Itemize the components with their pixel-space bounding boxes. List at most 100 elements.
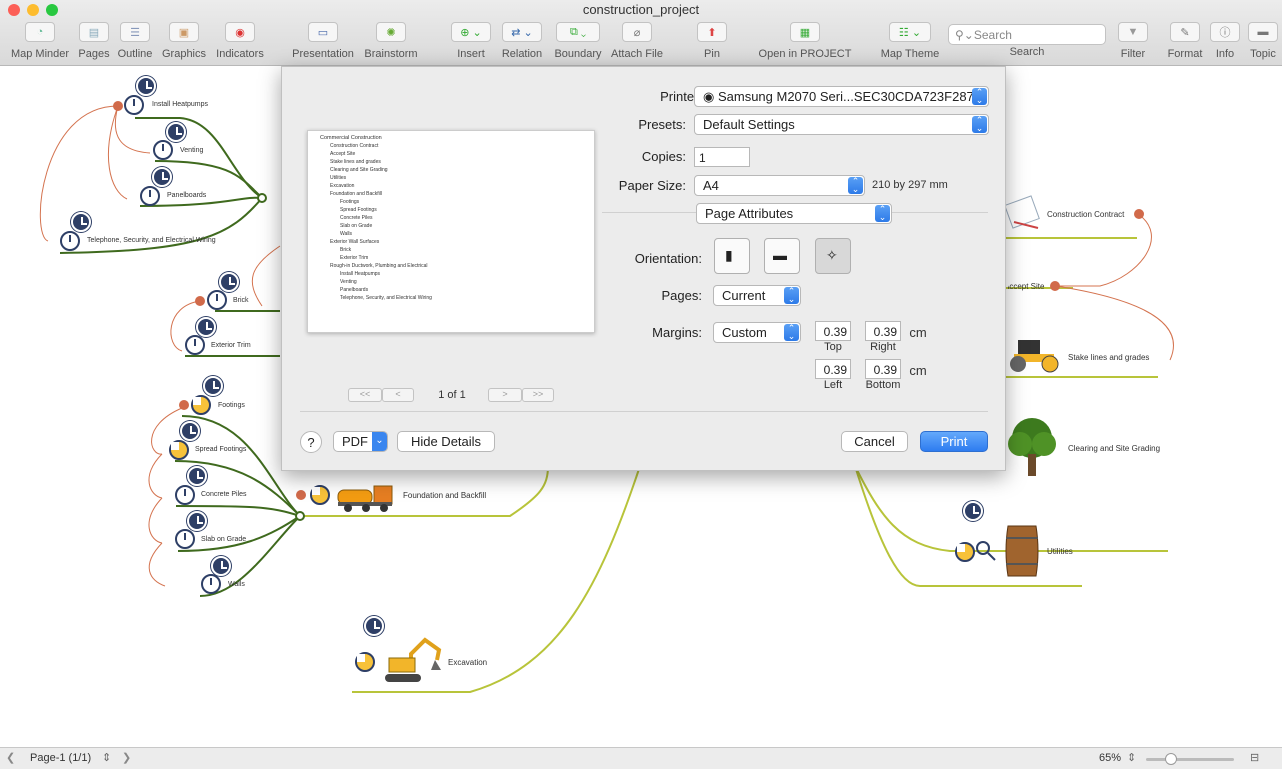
node-walls[interactable]: Walls [228, 581, 245, 588]
zoom-level[interactable]: 65% [1099, 752, 1121, 764]
pages-button[interactable]: ▤ Pages [75, 22, 113, 60]
copies-label: Copies: [641, 149, 686, 164]
page-selector[interactable]: Page-1 (1/1) [30, 752, 91, 764]
node-slab-on-grade[interactable]: Slab on Grade [201, 536, 246, 543]
attach-file-button[interactable]: ⌀ Attach File [608, 22, 666, 60]
magnifier-icon [976, 541, 996, 561]
filter-button[interactable]: ▼ Filter [1115, 22, 1151, 60]
pages-select[interactable]: Current ⌃ ⌄ [713, 285, 801, 306]
clock-outline-icon [207, 290, 227, 310]
node-spread-footings[interactable]: Spread Footings [195, 446, 246, 453]
node-brick[interactable]: Brick [233, 297, 249, 304]
section-select[interactable]: Page Attributes ⌃ ⌄ [696, 203, 892, 224]
copies-field[interactable]: 1 [694, 147, 750, 167]
node-foundation-and-backfill[interactable]: Foundation and Backfill [403, 491, 486, 500]
boundary-button[interactable]: ⧉ ⌄ Boundary [553, 22, 603, 60]
select-arrows-icon: ⌃ ⌄ [875, 205, 890, 222]
node-concrete-piles[interactable]: Concrete Piles [201, 491, 247, 498]
presentation-button[interactable]: ▭ Presentation [289, 22, 357, 60]
relation-dot[interactable] [179, 400, 189, 410]
first-page-button[interactable]: << [348, 388, 382, 402]
relation-dot[interactable] [195, 296, 205, 306]
fit-orientation-button[interactable]: ✧ [815, 238, 851, 274]
progress-half-icon [355, 652, 375, 672]
margin-bottom-field[interactable]: 0.39 [865, 359, 901, 379]
relation-icon: ⇄ ⌄ [502, 22, 542, 42]
node-accept-site[interactable]: Accept Site [1008, 282, 1044, 291]
select-arrows-icon: ⌃ ⌄ [972, 88, 987, 105]
relation-button[interactable]: ⇄ ⌄ Relation [500, 22, 544, 60]
clock-icon [364, 616, 384, 636]
title-bar: construction_project ◔ Map Minder ▤ Pages … [0, 0, 1282, 66]
zoom-stepper-icon[interactable]: ⇕ [1127, 751, 1136, 764]
outline-icon: ☰ [120, 22, 150, 42]
map-theme-icon: ☷ ⌄ [889, 22, 931, 42]
previous-page-button[interactable]: < [382, 388, 414, 402]
brainstorm-button[interactable]: ✺ Brainstorm [362, 22, 420, 60]
scroll-left-icon[interactable]: ❮ [6, 751, 15, 764]
margin-top-field[interactable]: 0.39 [815, 321, 851, 341]
topic-button[interactable]: ▬ Topic [1245, 22, 1281, 60]
margin-right-field[interactable]: 0.39 [865, 321, 901, 341]
open-in-project-icon: ▦ [790, 22, 820, 42]
indicators-icon: ◉ [225, 22, 255, 42]
node-utilities[interactable]: Utilities [1047, 547, 1073, 556]
page-indicator: 1 of 1 [438, 389, 466, 401]
orientation-label: Orientation: [634, 251, 702, 266]
page-stepper-icon[interactable]: ⇕ [102, 751, 111, 764]
zoom-slider[interactable] [1146, 758, 1234, 761]
relation-dot[interactable] [1050, 281, 1060, 291]
fit-to-window-icon[interactable]: ⊟ [1250, 751, 1259, 764]
zoom-slider-thumb[interactable] [1165, 753, 1177, 765]
node-telephone-security-wiring[interactable]: Telephone, Security, and Electrical Wiri… [87, 237, 216, 244]
node-venting[interactable]: Venting [180, 147, 203, 154]
margins-label: Margins: [652, 325, 702, 340]
progress-half-icon [169, 440, 189, 460]
printer-select[interactable]: ◉ Samsung M2070 Seri...SEC30CDA723F287) ⌃… [694, 86, 989, 107]
landscape-orientation-button[interactable]: ▬ [764, 238, 800, 274]
cancel-button[interactable]: Cancel [841, 431, 908, 452]
last-page-button[interactable]: >> [522, 388, 554, 402]
node-excavation[interactable]: Excavation [448, 658, 487, 667]
scroll-right-icon[interactable]: ❯ [122, 751, 131, 764]
margin-top-label: Top [824, 341, 842, 353]
node-construction-contract[interactable]: Construction Contract [1047, 210, 1124, 219]
format-button[interactable]: ✎ Format [1165, 22, 1205, 60]
node-install-heatpumps[interactable]: Install Heatpumps [152, 101, 208, 108]
node-panelboards[interactable]: Panelboards [167, 192, 206, 199]
landscape-icon: ▬ [773, 247, 787, 263]
outline-button[interactable]: ☰ Outline [115, 22, 155, 60]
help-button[interactable]: ? [300, 431, 322, 453]
clock-icon [219, 272, 239, 292]
node-footings[interactable]: Footings [218, 402, 245, 409]
clock-outline-icon [201, 574, 221, 594]
node-clearing-and-site-grading[interactable]: Clearing and Site Grading [1068, 444, 1160, 453]
portrait-orientation-button[interactable]: ▮ [714, 238, 750, 274]
margin-bottom-label: Bottom [865, 379, 901, 391]
node-stake-lines-and-grades[interactable]: Stake lines and grades [1068, 353, 1149, 362]
graphics-button[interactable]: ▣ Graphics [160, 22, 208, 60]
pdf-menu-button[interactable]: PDF ⌄ [333, 431, 388, 452]
presets-select[interactable]: Default Settings ⌃ ⌄ [694, 114, 989, 135]
map-minder-button[interactable]: ◔ Map Minder [8, 22, 72, 60]
indicators-button[interactable]: ◉ Indicators [213, 22, 267, 60]
relation-dot[interactable] [296, 490, 306, 500]
open-in-project-button[interactable]: ▦ Open in PROJECT [757, 22, 853, 60]
info-button[interactable]: ⓘ Info [1208, 22, 1242, 60]
pages-label: Pages: [661, 288, 702, 303]
insert-button[interactable]: ⊕ ⌄ Insert [450, 22, 492, 60]
pin-button[interactable]: ⬆ Pin [695, 22, 729, 60]
margin-left-field[interactable]: 0.39 [815, 359, 851, 379]
next-page-button[interactable]: > [488, 388, 522, 402]
margins-select[interactable]: Custom ⌃ ⌄ [713, 322, 801, 343]
print-button[interactable]: Print [920, 431, 988, 452]
node-exterior-trim[interactable]: Exterior Trim [211, 342, 251, 349]
relation-dot[interactable] [113, 101, 123, 111]
relation-dot[interactable] [1134, 209, 1144, 219]
clock-icon [152, 167, 172, 187]
hide-details-button[interactable]: Hide Details [397, 431, 495, 452]
map-theme-button[interactable]: ☷ ⌄ Map Theme [879, 22, 941, 60]
paper-size-select[interactable]: A4 ⌃ ⌄ [694, 175, 865, 196]
format-icon: ✎ [1170, 22, 1200, 42]
clock-icon [71, 212, 91, 232]
